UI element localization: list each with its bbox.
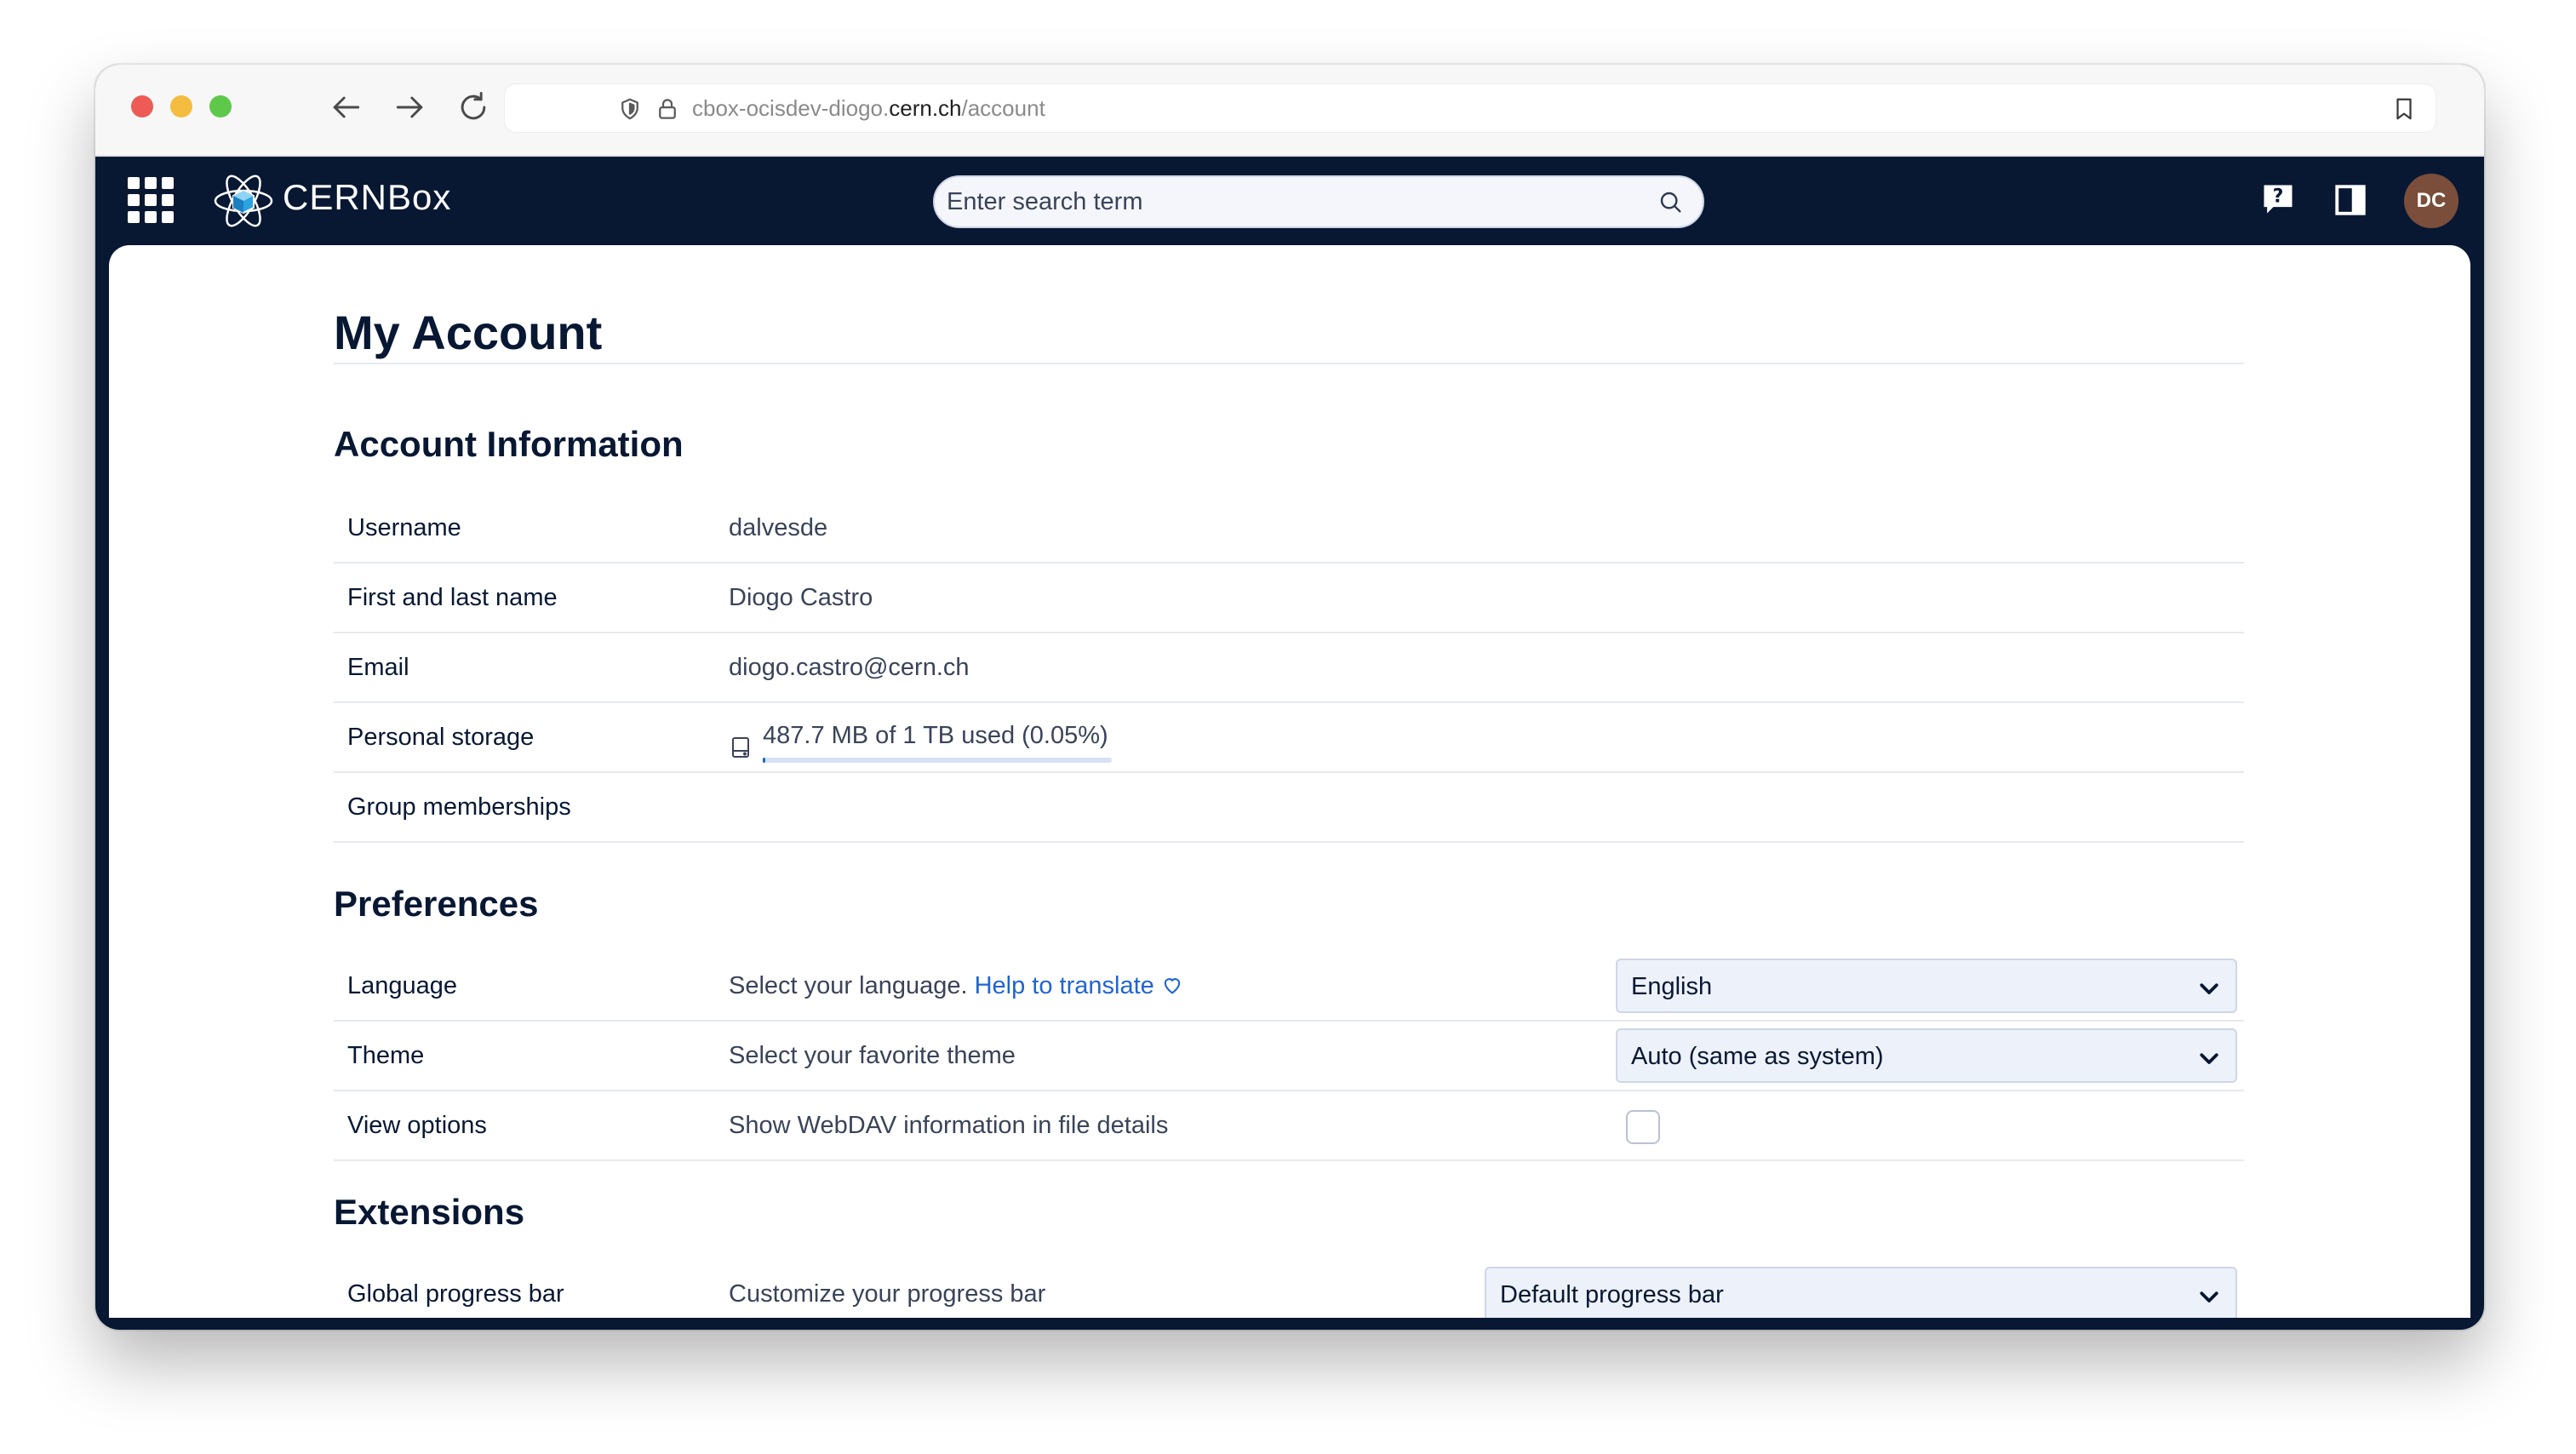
search-input[interactable]	[947, 177, 1645, 226]
email-value: diogo.castro@cern.ch	[729, 654, 970, 681]
row-label: Global progress bar	[347, 1280, 564, 1308]
chevron-down-icon	[2196, 1045, 2222, 1071]
window-minimize-button[interactable]	[170, 95, 192, 117]
section-title-preferences: Preferences	[334, 884, 539, 924]
row-view-options: View options Show WebDAV information in …	[334, 1093, 2244, 1161]
shield-icon	[617, 96, 643, 122]
row-label: View options	[347, 1112, 487, 1139]
section-title-account-information: Account Information	[334, 424, 684, 464]
name-value: Diogo Castro	[729, 584, 873, 611]
row-label: Theme	[347, 1042, 425, 1069]
bookmark-icon[interactable]	[2391, 95, 2417, 123]
storage-progress-fill	[763, 758, 766, 763]
window-close-button[interactable]	[131, 95, 153, 117]
address-bar[interactable]: cbox-ocisdev-diogo.cern.ch/account	[504, 83, 2436, 133]
app-topbar: CERNBox ? DC	[95, 157, 2484, 245]
app-switcher-icon[interactable]	[128, 177, 174, 223]
theme-description: Select your favorite theme	[729, 1042, 1016, 1069]
webdav-info-checkbox[interactable]	[1626, 1110, 1660, 1144]
svg-text:?: ?	[2273, 186, 2284, 208]
back-arrow-icon[interactable]	[327, 89, 364, 126]
row-global-progress-bar: Global progress bar Customize your progr…	[334, 1262, 2244, 1318]
language-select[interactable]: English	[1616, 959, 2237, 1013]
row-username: Username dalvesde	[334, 495, 2244, 564]
chevron-down-icon	[2196, 1284, 2222, 1309]
row-theme: Theme Select your favorite theme Auto (s…	[334, 1023, 2244, 1091]
row-label: Email	[347, 654, 409, 681]
progress-bar-selected-value: Default progress bar	[1500, 1281, 1724, 1308]
view-options-description: Show WebDAV information in file details	[729, 1112, 1169, 1139]
page-title: My Account	[334, 306, 603, 359]
feedback-icon[interactable]: ?	[2259, 180, 2297, 218]
row-label: Group memberships	[347, 793, 571, 821]
row-name: First and last name Diogo Castro	[334, 565, 2244, 633]
hard-drive-icon	[730, 736, 751, 759]
row-personal-storage: Personal storage 487.7 MB of 1 TB used (…	[334, 705, 2244, 773]
row-label: First and last name	[347, 584, 558, 611]
storage-usage-text: 487.7 MB of 1 TB used (0.05%)	[763, 722, 1108, 749]
row-email: Email diogo.castro@cern.ch	[334, 635, 2244, 703]
chevron-down-icon	[2196, 976, 2222, 1001]
reload-icon[interactable]	[455, 89, 492, 126]
section-title-extensions: Extensions	[334, 1192, 525, 1232]
heart-icon	[1159, 973, 1185, 997]
language-selected-value: English	[1631, 973, 1713, 1000]
main-panel: My Account Account Information Username …	[109, 245, 2470, 1318]
row-label: Username	[347, 514, 461, 541]
url-text: cbox-ocisdev-diogo.cern.ch/account	[692, 95, 1045, 121]
language-description: Select your language. Help to translate	[729, 972, 1185, 1000]
brand-name: CERNBox	[283, 177, 452, 217]
browser-window: cbox-ocisdev-diogo.cern.ch/account CERNB…	[95, 65, 2484, 1330]
username-value: dalvesde	[729, 514, 828, 541]
theme-select[interactable]: Auto (same as system)	[1616, 1028, 2237, 1083]
avatar[interactable]: DC	[2404, 174, 2459, 228]
sidebar-toggle-icon[interactable]	[2333, 182, 2368, 218]
browser-toolbar: cbox-ocisdev-diogo.cern.ch/account	[95, 65, 2484, 157]
forward-arrow-icon[interactable]	[392, 89, 429, 126]
row-language: Language Select your language. Help to t…	[334, 953, 2244, 1022]
window-zoom-button[interactable]	[209, 95, 232, 117]
search-bar	[933, 175, 1704, 228]
search-icon[interactable]	[1657, 188, 1684, 215]
divider	[334, 363, 2244, 364]
lock-icon	[655, 96, 680, 122]
row-label: Personal storage	[347, 724, 535, 751]
cernbox-logo-icon[interactable]	[211, 169, 276, 233]
row-label: Language	[347, 972, 458, 999]
progress-bar-select[interactable]: Default progress bar	[1485, 1267, 2237, 1318]
help-to-translate-link[interactable]: Help to translate	[975, 972, 1185, 999]
theme-selected-value: Auto (same as system)	[1631, 1043, 1884, 1070]
row-group-memberships: Group memberships	[334, 775, 2244, 843]
progress-bar-description: Customize your progress bar	[729, 1280, 1046, 1308]
storage-progress-bar	[763, 758, 1112, 763]
